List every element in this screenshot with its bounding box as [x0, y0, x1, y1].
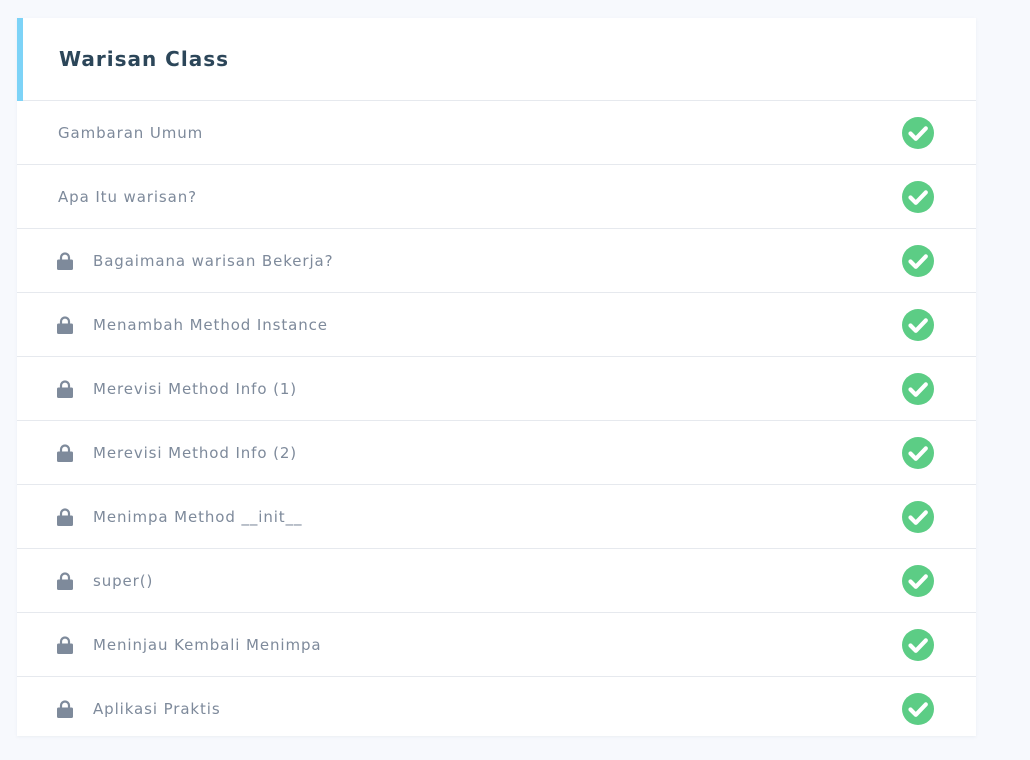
lock-icon [57, 252, 73, 270]
check-circle-icon [902, 117, 934, 149]
section-header: Warisan Class [17, 18, 976, 101]
lesson-label: Menimpa Method __init__ [93, 508, 303, 526]
check-circle-icon [902, 373, 934, 405]
lesson-label: Merevisi Method Info (1) [93, 380, 298, 398]
lesson-list-card: Warisan Class Gambaran Umum Apa Itu waris… [17, 18, 976, 736]
lesson-label: super() [93, 572, 154, 590]
lesson-item[interactable]: Bagaimana warisan Bekerja? [17, 229, 976, 293]
lesson-label: Menambah Method Instance [93, 316, 328, 334]
lock-icon [57, 444, 73, 462]
lesson-label: Bagaimana warisan Bekerja? [93, 252, 334, 270]
check-circle-icon [902, 565, 934, 597]
lesson-list: Gambaran Umum Apa Itu warisan? Bagaimana w… [17, 101, 976, 740]
lesson-item[interactable]: Menambah Method Instance [17, 293, 976, 357]
lesson-item[interactable]: Merevisi Method Info (1) [17, 357, 976, 421]
header-accent-bar [17, 18, 23, 101]
lock-icon [57, 572, 73, 590]
lesson-item[interactable]: Menimpa Method __init__ [17, 485, 976, 549]
section-title: Warisan Class [59, 47, 230, 71]
check-circle-icon [902, 693, 934, 725]
lock-icon [57, 700, 73, 718]
lesson-item[interactable]: Gambaran Umum [17, 101, 976, 165]
check-circle-icon [902, 629, 934, 661]
check-circle-icon [902, 437, 934, 469]
lesson-label: Aplikasi Praktis [93, 700, 221, 718]
lesson-item[interactable]: Apa Itu warisan? [17, 165, 976, 229]
lesson-item[interactable]: Meninjau Kembali Menimpa [17, 613, 976, 677]
lesson-label: Merevisi Method Info (2) [93, 444, 298, 462]
check-circle-icon [902, 245, 934, 277]
lesson-item[interactable]: Merevisi Method Info (2) [17, 421, 976, 485]
check-circle-icon [902, 309, 934, 341]
check-circle-icon [902, 501, 934, 533]
lesson-label: Gambaran Umum [58, 124, 204, 142]
lock-icon [57, 316, 73, 334]
lesson-label: Apa Itu warisan? [58, 188, 197, 206]
lock-icon [57, 380, 73, 398]
lock-icon [57, 636, 73, 654]
lock-icon [57, 508, 73, 526]
check-circle-icon [902, 181, 934, 213]
lesson-label: Meninjau Kembali Menimpa [93, 636, 322, 654]
lesson-item[interactable]: super() [17, 549, 976, 613]
lesson-item[interactable]: Aplikasi Praktis [17, 677, 976, 740]
